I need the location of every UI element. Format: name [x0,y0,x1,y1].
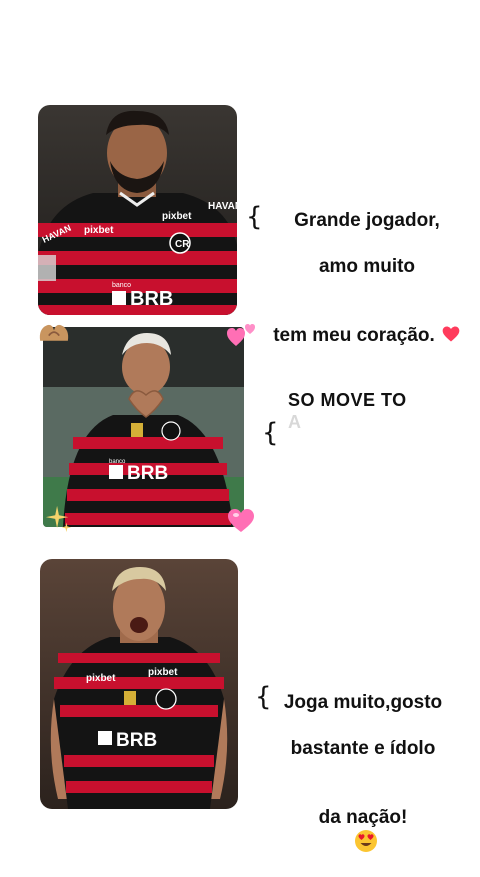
caption-brace-1: { [246,202,263,232]
svg-text:HAVAN: HAVAN [208,201,237,212]
svg-text:pixbet: pixbet [162,211,192,222]
player-photo-1-illustration: CR HAVAN HAVAN pixbet pixbet banco BRB [38,105,237,315]
caption-1-line-3-wrap: tem meu coração. [262,301,472,347]
caption-1: Grande jogador, amo muito tem meu coraçã… [262,186,472,370]
svg-text:BRB: BRB [116,730,157,751]
svg-text:pixbet: pixbet [84,225,114,236]
red-heart-icon [442,326,460,342]
player-photo-2-illustration: banco BRB [43,327,244,527]
player-photo-1: CR HAVAN HAVAN pixbet pixbet banco BRB [38,105,237,315]
svg-text:banco: banco [112,282,131,289]
svg-text:pixbet: pixbet [86,673,116,684]
caption-1-line-1: Grande jogador, [294,210,440,231]
pink-heart-sticker-icon [228,509,254,532]
svg-text:CR: CR [175,239,190,250]
caption-brace-2: { [262,418,279,448]
caption-1-line-3: tem meu coração. [273,325,435,346]
heart-eyes-emoji-icon [355,830,377,852]
caption-3-line-1: Joga muito,gosto [283,692,443,713]
player-photo-3: pixbet pixbet BRB [40,559,238,809]
svg-text:pixbet: pixbet [148,667,178,678]
caption-3-line-3-wrap: da nação! [268,783,458,854]
svg-text:banco: banco [109,459,126,465]
svg-text:BRB: BRB [130,288,173,310]
sparkles-sticker-icon [45,505,72,532]
caption-3: Joga muito,gosto bastante e ídolo da naç… [268,668,458,877]
caption-2-line-1: SO MOVE TO [288,390,407,410]
player-photo-3-illustration: pixbet pixbet BRB [40,559,238,809]
pink-hearts-sticker-icon [227,324,255,346]
heart-hands-sticker-icon [39,324,69,341]
caption-2-line-2: A [288,412,301,432]
caption-3-line-3: da nação! [318,807,408,828]
caption-3-line-2: bastante e ídolo [290,738,436,759]
player-photo-2: banco BRB [43,327,244,527]
caption-1-line-2: amo muito [318,256,416,277]
svg-text:BRB: BRB [127,463,168,484]
